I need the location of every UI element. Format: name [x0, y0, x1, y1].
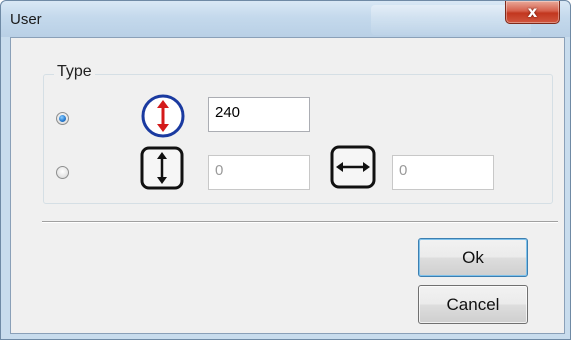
vertical-resize-circle-icon	[141, 94, 185, 138]
cancel-button[interactable]: Cancel	[418, 285, 528, 324]
height-input-disabled[interactable]: 0	[208, 155, 310, 190]
window-title: User	[10, 11, 42, 28]
dialog-window: User x Type 240 0 0 Ok Cancel	[0, 0, 571, 340]
radio-vertical-square[interactable]	[56, 166, 69, 179]
title-bar[interactable]: User x	[1, 1, 570, 37]
height-input-active[interactable]: 240	[208, 97, 310, 132]
dialog-body: Type 240 0 0 Ok Cancel	[10, 37, 565, 334]
width-input-disabled[interactable]: 0	[392, 155, 494, 190]
ok-button[interactable]: Ok	[418, 238, 528, 277]
type-group-label: Type	[54, 63, 95, 81]
close-icon: x	[527, 2, 538, 21]
close-button[interactable]: x	[505, 1, 560, 24]
separator-line	[42, 221, 558, 223]
radio-vertical-circle[interactable]	[56, 112, 69, 125]
horizontal-resize-square-icon	[330, 145, 376, 189]
vertical-resize-square-icon	[140, 146, 184, 190]
